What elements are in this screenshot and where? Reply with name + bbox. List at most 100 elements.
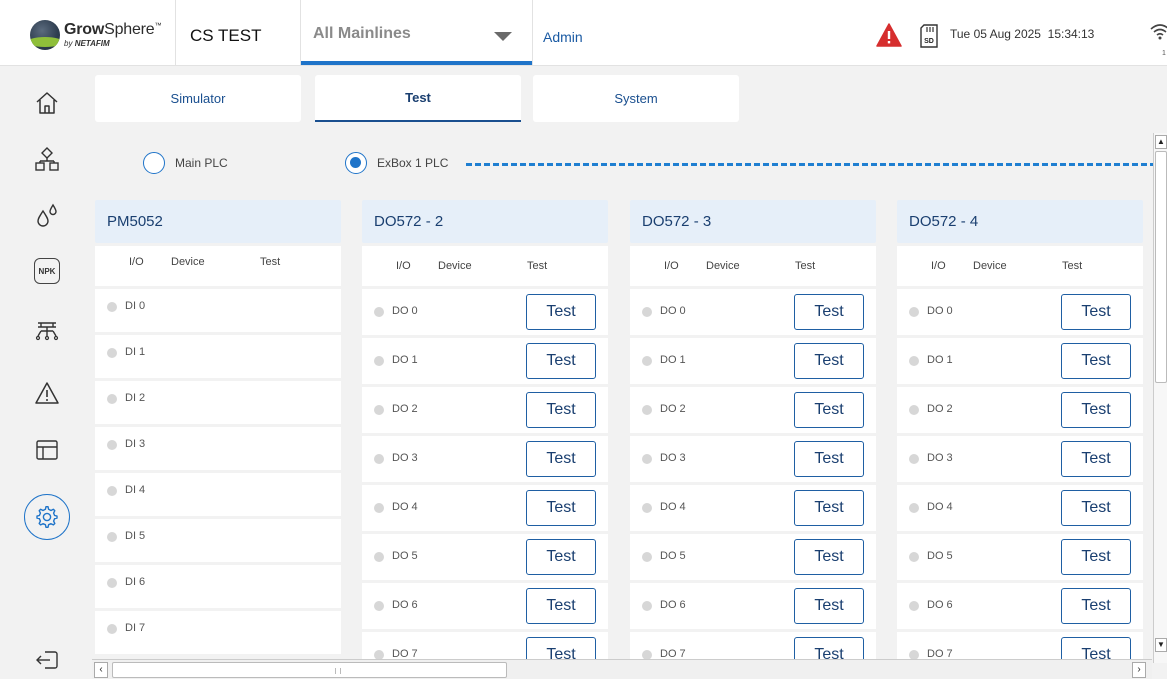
test-button[interactable]: Test [794, 343, 864, 379]
hierarchy-icon [35, 147, 59, 171]
irrigation-icon [35, 322, 59, 341]
column-test: Test [527, 260, 548, 272]
sidebar-item-logout[interactable] [24, 637, 70, 679]
scroll-thumb[interactable] [1155, 151, 1167, 383]
sidebar: NPK [0, 66, 90, 679]
time: 15:34:13 [1047, 27, 1095, 41]
svg-text:SD: SD [924, 38, 934, 45]
test-button[interactable]: Test [1061, 441, 1131, 477]
test-button[interactable]: Test [794, 441, 864, 477]
sidebar-item-water[interactable] [24, 192, 70, 238]
status-dot [374, 552, 384, 562]
scroll-down-icon[interactable]: ▼ [1155, 638, 1167, 652]
io-row: DI 5 [95, 519, 341, 562]
test-button[interactable]: Test [526, 294, 596, 330]
io-label: DI 0 [125, 300, 146, 312]
column-device: Device [706, 260, 740, 272]
test-button[interactable]: Test [794, 539, 864, 575]
test-button[interactable]: Test [794, 490, 864, 526]
test-button[interactable]: Test [794, 392, 864, 428]
status-dot [642, 601, 652, 611]
column-headers: I/O Device Test [897, 246, 1143, 286]
horizontal-scrollbar[interactable]: ‹ › [92, 659, 1152, 679]
radio-main-plc[interactable]: Main PLC [143, 150, 228, 176]
test-button[interactable]: Test [1061, 539, 1131, 575]
sidebar-item-layout[interactable] [24, 427, 70, 473]
mainline-dropdown[interactable]: All Mainlines [301, 0, 532, 65]
sidebar-item-settings[interactable] [24, 494, 70, 540]
io-label: DI 6 [125, 576, 146, 588]
logout-icon [36, 651, 58, 669]
sidebar-item-home[interactable] [24, 80, 70, 126]
user-name[interactable]: Admin [543, 29, 583, 45]
status-dot [642, 503, 652, 513]
column-headers: I/O Device Test [95, 246, 341, 286]
io-label: DO 5 [392, 550, 418, 562]
scroll-up-icon[interactable]: ▲ [1155, 135, 1167, 149]
test-button[interactable]: Test [1061, 490, 1131, 526]
test-button[interactable]: Test [1061, 294, 1131, 330]
sidebar-item-alarms[interactable] [24, 370, 70, 416]
panel-title: DO572 - 2 [362, 200, 608, 243]
test-button[interactable]: Test [1061, 343, 1131, 379]
test-button[interactable]: Test [1061, 588, 1131, 624]
panel-do572-4: DO572 - 4 I/O Device Test DO 0 Test DO 1 T… [897, 200, 1143, 660]
wifi-strength: 1 [1162, 50, 1166, 57]
alert-icon[interactable] [876, 23, 902, 47]
test-button[interactable]: Test [794, 588, 864, 624]
test-button[interactable]: Test [526, 490, 596, 526]
test-button[interactable]: Test [526, 539, 596, 575]
tab-test[interactable]: Test [315, 75, 521, 122]
io-label: DO 2 [660, 403, 686, 415]
wifi-icon[interactable] [1149, 22, 1167, 42]
scroll-thumb[interactable] [112, 662, 507, 678]
test-button[interactable]: Test [794, 637, 864, 660]
test-button[interactable]: Test [1061, 392, 1131, 428]
sidebar-item-irrigation[interactable] [24, 308, 70, 354]
io-row: DO 1 Test [362, 338, 608, 384]
io-row: DO 0 Test [362, 289, 608, 335]
io-label: DO 4 [392, 501, 418, 513]
io-row: DO 7 Test [897, 632, 1143, 660]
tab-system[interactable]: System [533, 75, 739, 122]
io-label: DI 2 [125, 392, 146, 404]
vertical-scrollbar[interactable]: ▲ ▼ [1153, 133, 1167, 663]
io-row: DO 3 Test [630, 436, 876, 482]
radio-button-selected[interactable] [345, 152, 367, 174]
status-dot [909, 503, 919, 513]
column-headers: I/O Device Test [630, 246, 876, 286]
test-button[interactable]: Test [526, 637, 596, 660]
panel-title: DO572 - 3 [630, 200, 876, 243]
warning-icon [35, 382, 59, 404]
test-button[interactable]: Test [794, 294, 864, 330]
io-label: DO 5 [660, 550, 686, 562]
io-row: DO 3 Test [362, 436, 608, 482]
io-test-panels: PM5052 I/O Device Test DI 0 DI 1 DI 2 DI… [90, 190, 1150, 660]
npk-icon: NPK [34, 258, 60, 284]
status-dot [107, 486, 117, 496]
io-label: DO 2 [927, 403, 953, 415]
column-device: Device [973, 260, 1007, 272]
test-button[interactable]: Test [1061, 637, 1131, 660]
tab-simulator[interactable]: Simulator [95, 75, 301, 122]
test-button[interactable]: Test [526, 343, 596, 379]
io-label: DO 1 [660, 354, 686, 366]
radio-exbox-1-plc[interactable]: ExBox 1 PLC [345, 150, 448, 176]
test-button[interactable]: Test [526, 441, 596, 477]
io-row: DO 6 Test [630, 583, 876, 629]
gear-icon [36, 506, 58, 529]
sd-card-icon: SD [919, 24, 939, 48]
test-button[interactable]: Test [526, 588, 596, 624]
status-dot [909, 552, 919, 562]
scroll-right-icon[interactable]: › [1132, 662, 1146, 678]
test-button[interactable]: Test [526, 392, 596, 428]
status-dot [909, 356, 919, 366]
scroll-left-icon[interactable]: ‹ [94, 662, 108, 678]
radio-button[interactable] [143, 152, 165, 174]
sidebar-item-hierarchy[interactable] [24, 136, 70, 182]
mainline-selected-value: All Mainlines [313, 25, 411, 42]
column-headers: I/O Device Test [362, 246, 608, 286]
status-dot [642, 356, 652, 366]
sidebar-item-npk[interactable]: NPK [24, 248, 70, 294]
growsphere-logo[interactable]: GrowSphere™ by NETAFIM [30, 20, 170, 54]
